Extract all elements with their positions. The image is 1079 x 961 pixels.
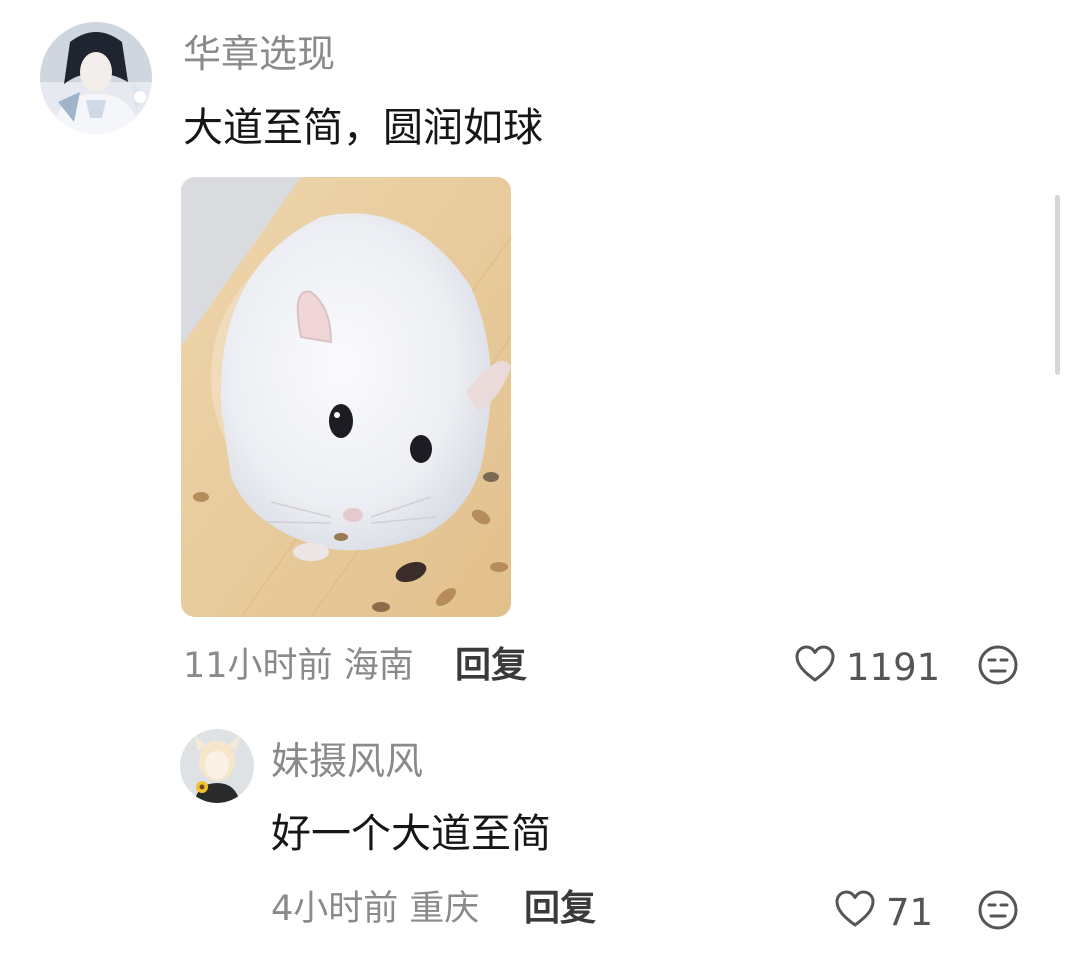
comment-text: 大道至简，圆润如球 [183,105,543,151]
reply-location: 重庆 [409,889,480,929]
neutral-face-icon[interactable] [977,644,1019,690]
reply-reply-button[interactable]: 回复 [524,889,596,929]
reply-text: 好一个大道至简 [271,811,551,857]
comment-location: 海南 [343,646,414,686]
scrollbar[interactable] [1055,195,1060,375]
neutral-face-icon[interactable] [977,889,1019,935]
comment-image-hamster[interactable] [181,177,511,617]
reply-username[interactable]: 妹摄风风 [271,739,423,783]
comment-thread: 华章选现 大道至简，圆润如球 11小时前 海南 回复 1191 妹摄风风 好一个… [0,0,1079,961]
like-count: 1191 [846,646,941,689]
comment-username[interactable]: 华章选现 [183,32,335,76]
comment-reply-button[interactable]: 回复 [455,646,527,686]
comment-like-button[interactable]: 1191 [794,644,940,692]
reply-like-button[interactable]: 71 [834,889,933,937]
heart-outline-icon [834,889,876,937]
comment-time: 11小时前 [183,646,333,686]
reply-avatar[interactable] [180,729,254,803]
avatar[interactable] [40,22,152,134]
like-count: 71 [886,891,934,934]
reply-meta: 4小时前 重庆 [271,889,479,929]
reply-time: 4小时前 [271,889,399,929]
heart-outline-icon [794,644,836,692]
comment-meta: 11小时前 海南 [183,646,414,686]
